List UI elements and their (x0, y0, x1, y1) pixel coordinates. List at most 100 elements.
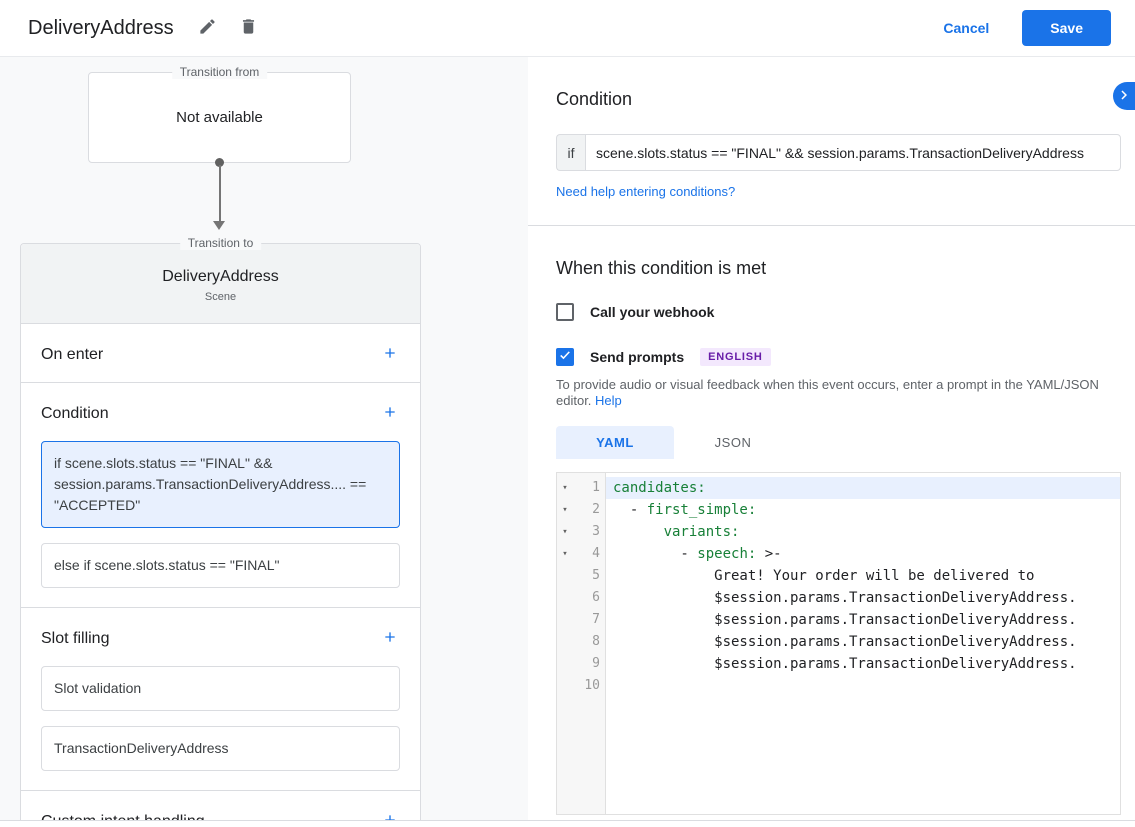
condition-item-selected[interactable]: if scene.slots.status == "FINAL" && sess… (41, 441, 400, 528)
code-line[interactable] (606, 675, 1120, 697)
fold-toggle-icon[interactable]: ▾ (557, 543, 573, 565)
gutter-row: ▾3 (557, 521, 605, 543)
webhook-label: Call your webhook (590, 304, 714, 320)
chevron-right-icon (1115, 86, 1133, 107)
gutter-row: 5 (557, 565, 605, 587)
if-label: if (556, 134, 585, 171)
plus-icon (382, 404, 398, 423)
plus-icon (382, 812, 398, 820)
code-line[interactable]: variants: (606, 521, 1120, 543)
transition-to-label: Transition to (180, 236, 262, 250)
pencil-icon (198, 17, 217, 39)
line-number: 4 (573, 543, 605, 565)
expand-panel-button[interactable] (1113, 82, 1135, 110)
scene-graph-panel: Transition from Not available Transition… (0, 57, 528, 820)
connector-line (219, 165, 221, 222)
plus-icon (382, 629, 398, 648)
slot-item-validation[interactable]: Slot validation (41, 666, 400, 711)
gutter-row: 10 (557, 675, 605, 697)
header-actions: Cancel Save (943, 10, 1111, 46)
fold-toggle-icon[interactable]: ▾ (557, 477, 573, 499)
code-line[interactable]: $session.params.TransactionDeliveryAddre… (606, 653, 1120, 675)
save-button[interactable]: Save (1022, 10, 1111, 46)
send-prompts-label: Send prompts (590, 349, 684, 365)
condition-row: Condition (21, 383, 420, 441)
fold-toggle-icon[interactable]: ▾ (557, 499, 573, 521)
delete-scene-button[interactable] (235, 13, 262, 43)
gutter-row: ▾2 (557, 499, 605, 521)
header-title-group: DeliveryAddress (28, 13, 276, 43)
prompts-description-text: To provide audio or visual feedback when… (556, 377, 1099, 408)
gutter-row: 6 (557, 587, 605, 609)
code-line[interactable]: $session.params.TransactionDeliveryAddre… (606, 609, 1120, 631)
code-line[interactable]: - speech: >- (606, 543, 1120, 565)
gutter-row: ▾4 (557, 543, 605, 565)
transition-to-card: Transition to DeliveryAddress Scene On e… (20, 243, 421, 820)
tab-yaml[interactable]: YAML (556, 426, 674, 459)
gutter-row: 9 (557, 653, 605, 675)
fold-toggle-icon[interactable]: ▾ (557, 521, 573, 543)
line-number: 6 (573, 587, 605, 609)
condition-editor-panel: Condition if Need help entering conditio… (528, 57, 1135, 820)
code-line[interactable]: - first_simple: (606, 499, 1120, 521)
code-line[interactable]: Great! Your order will be delivered to (606, 565, 1120, 587)
custom-intent-section: Custom intent handling (21, 791, 420, 820)
condition-item[interactable]: else if scene.slots.status == "FINAL" (41, 543, 400, 588)
prompts-description: To provide audio or visual feedback when… (556, 377, 1121, 409)
transition-from-value: Not available (176, 109, 263, 126)
edit-title-button[interactable] (194, 13, 221, 43)
custom-intent-label: Custom intent handling (41, 813, 205, 821)
webhook-row: Call your webhook (556, 303, 1121, 321)
line-number: 8 (573, 631, 605, 653)
on-enter-section: On enter (21, 324, 420, 383)
add-intent-button[interactable] (380, 810, 400, 820)
line-number: 10 (573, 675, 605, 697)
line-number: 2 (573, 499, 605, 521)
code-line[interactable]: $session.params.TransactionDeliveryAddre… (606, 587, 1120, 609)
condition-expression-row: if (556, 134, 1121, 171)
line-number: 3 (573, 521, 605, 543)
condition-met-section: When this condition is met Call your web… (528, 226, 1135, 815)
condition-label: Condition (41, 405, 109, 423)
yaml-code-editor[interactable]: ▾1▾2▾3▾45678910 candidates: - first_simp… (556, 472, 1121, 815)
arrow-down-icon (213, 221, 225, 230)
condition-section: Condition if scene.slots.status == "FINA… (21, 383, 420, 608)
add-on-enter-button[interactable] (380, 343, 400, 366)
transition-from-card[interactable]: Transition from Not available (88, 72, 351, 163)
transition-from-label: Transition from (172, 65, 268, 79)
cancel-button[interactable]: Cancel (943, 20, 989, 36)
scene-type-label: Scene (21, 291, 420, 303)
code-line[interactable]: $session.params.TransactionDeliveryAddre… (606, 631, 1120, 653)
on-enter-label: On enter (41, 346, 103, 364)
slot-filling-label: Slot filling (41, 630, 109, 648)
add-slot-button[interactable] (380, 627, 400, 650)
line-number: 5 (573, 565, 605, 587)
send-prompts-checkbox[interactable] (556, 348, 574, 366)
send-prompts-row: Send prompts ENGLISH (556, 348, 1121, 366)
gutter-row: ▾1 (557, 477, 605, 499)
help-link[interactable]: Help (595, 393, 622, 408)
gutter-row: 8 (557, 631, 605, 653)
editor-code[interactable]: candidates: - first_simple: variants: - … (606, 473, 1120, 814)
add-condition-button[interactable] (380, 402, 400, 425)
slot-filling-section: Slot filling Slot validation Transaction… (21, 608, 420, 791)
gutter-row: 7 (557, 609, 605, 631)
slot-item-delivery-address[interactable]: TransactionDeliveryAddress (41, 726, 400, 771)
condition-expression-section: Condition if Need help entering conditio… (528, 57, 1135, 201)
slot-filling-row: Slot filling (21, 608, 420, 666)
line-number: 7 (573, 609, 605, 631)
on-enter-row: On enter (21, 324, 420, 382)
tab-json[interactable]: JSON (674, 426, 792, 459)
condition-help-link[interactable]: Need help entering conditions? (556, 184, 735, 199)
code-line[interactable]: candidates: (606, 477, 1120, 499)
line-number: 1 (573, 477, 605, 499)
trash-icon (239, 17, 258, 39)
custom-intent-row: Custom intent handling (21, 791, 420, 820)
editor-tabs: YAML JSON (556, 426, 1121, 459)
main-content: Transition from Not available Transition… (0, 57, 1135, 821)
webhook-checkbox[interactable] (556, 303, 574, 321)
condition-expression-input[interactable] (585, 134, 1121, 171)
check-icon (558, 348, 572, 367)
scene-name: DeliveryAddress (21, 268, 420, 286)
header: DeliveryAddress Cancel Save (0, 0, 1135, 57)
